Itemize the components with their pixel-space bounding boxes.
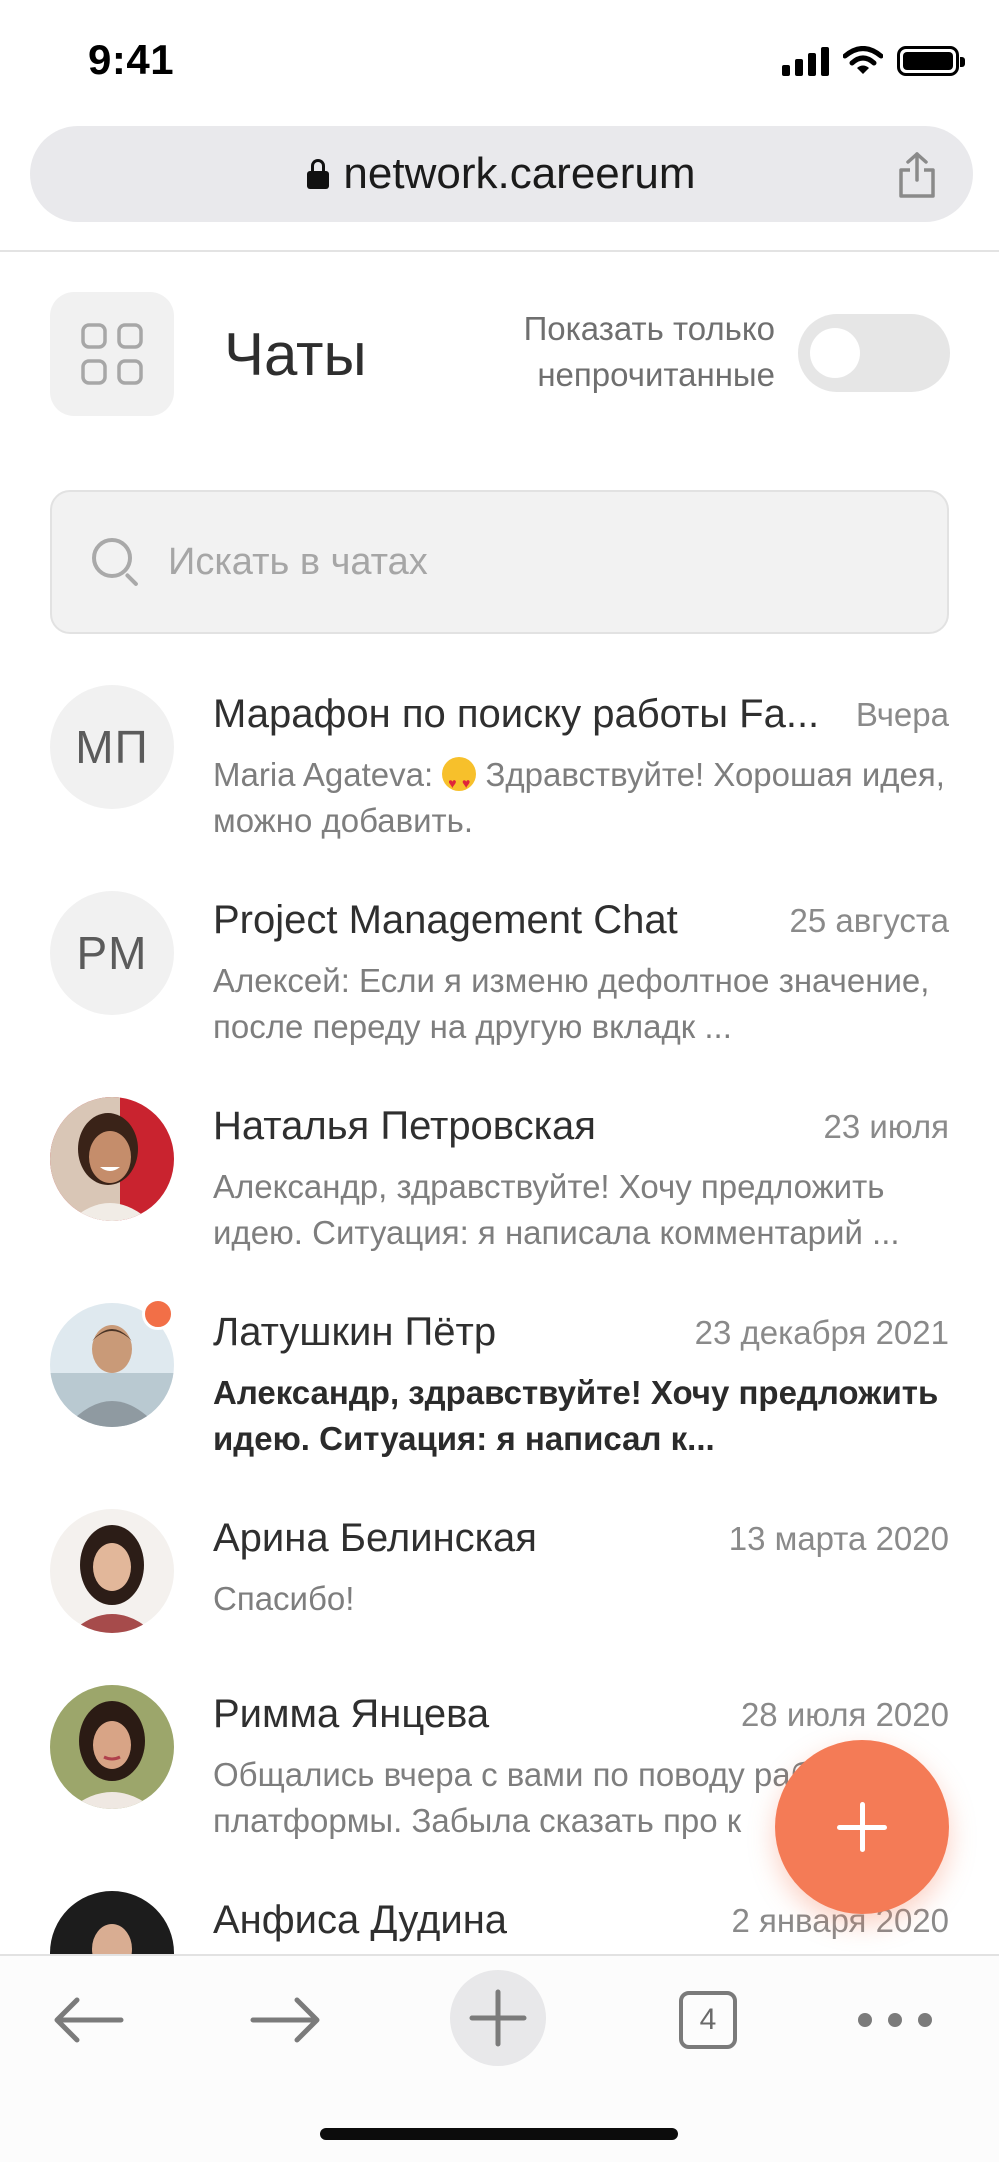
unread-only-toggle[interactable] (798, 314, 950, 392)
chat-date: 13 марта 2020 (728, 1520, 949, 1557)
more-dots-icon (858, 2013, 932, 2027)
status-bar: 9:41 (0, 0, 999, 120)
person-photo-icon (50, 1509, 174, 1633)
avatar-initials: МП (50, 685, 174, 809)
chat-name: Марафон по поиску работы Fa... (213, 692, 820, 736)
arrow-left-icon (54, 1997, 124, 2043)
unread-filter-label: Показать только непрочитанные (460, 306, 775, 398)
battery-icon (897, 46, 965, 76)
avatar (50, 1685, 174, 1809)
chat-row[interactable]: Наталья Петровская 23 июля Александр, зд… (0, 1092, 999, 1292)
heart-eyes-emoji-icon (442, 757, 477, 806)
lock-icon (307, 159, 330, 189)
status-icons (782, 44, 965, 78)
tabs-button[interactable]: 4 (674, 1970, 742, 2070)
new-chat-button[interactable] (775, 1740, 949, 1914)
avatar (50, 1891, 174, 1954)
chat-row[interactable]: Латушкин Пётр 23 декабря 2021 Александр,… (0, 1298, 999, 1498)
chat-preview: Maria Agateva: Здравствуйте! Хорошая иде… (213, 752, 949, 844)
avatar (50, 1097, 174, 1221)
wifi-icon (843, 46, 883, 74)
chat-date: 25 августа (789, 902, 949, 939)
chat-preview: Александр, здравствуйте! Хочу предложить… (213, 1374, 939, 1457)
unread-filter-label-line2: непрочитанные (537, 356, 775, 393)
avatar-initials: PM (50, 891, 174, 1015)
chat-row[interactable]: Арина Белинская 13 марта 2020 Спасибо! (0, 1504, 999, 1704)
cellular-signal-icon (782, 46, 829, 76)
plus-icon (469, 1989, 527, 2047)
url-text[interactable]: network.careerum (343, 149, 695, 199)
status-time: 9:41 (88, 36, 175, 83)
avatar (50, 1509, 174, 1633)
arrow-right-icon (250, 1997, 320, 2043)
unread-indicator (142, 1298, 174, 1330)
chat-date: 23 июля (823, 1108, 949, 1145)
address-bar[interactable]: network.careerum (30, 126, 973, 222)
chat-preview: Алексей: Если я изменю дефолтное значени… (213, 962, 930, 1045)
home-indicator[interactable] (320, 2128, 678, 2140)
search-icon (92, 538, 140, 587)
person-photo-icon (50, 1097, 174, 1221)
share-icon[interactable] (897, 152, 937, 198)
chat-date: 28 июля 2020 (740, 1696, 949, 1733)
page-title: Чаты (224, 321, 367, 388)
grid-icon (81, 323, 143, 385)
unread-filter-label-line1: Показать только (523, 310, 775, 347)
search-input[interactable] (168, 540, 928, 584)
chat-row[interactable]: МП Марафон по поиску работы Fa... Вчера … (0, 680, 999, 880)
menu-button[interactable] (50, 292, 174, 416)
person-photo-icon (50, 1891, 174, 1954)
forward-button[interactable] (244, 1970, 328, 2070)
toggle-knob (810, 328, 860, 378)
more-button[interactable] (854, 1970, 936, 2070)
chat-name: Наталья Петровская (213, 1104, 596, 1148)
new-tab-button[interactable] (450, 1970, 546, 2066)
chat-row[interactable]: PM Project Management Chat 25 августа Ал… (0, 886, 999, 1086)
chat-preview: Спасибо! (213, 1580, 355, 1617)
preview-sender: Maria Agateva: (213, 756, 443, 793)
search-box[interactable] (50, 490, 949, 634)
chat-date: 23 декабря 2021 (694, 1314, 949, 1351)
chat-name: Project Management Chat (213, 898, 678, 942)
chat-date: Вчера (855, 696, 949, 733)
divider (0, 250, 999, 252)
back-button[interactable] (46, 1970, 130, 2070)
tabs-count: 4 (679, 1991, 737, 2049)
chat-preview: Александр, здравствуйте! Хочу предложить… (213, 1168, 900, 1251)
person-photo-icon (50, 1685, 174, 1809)
